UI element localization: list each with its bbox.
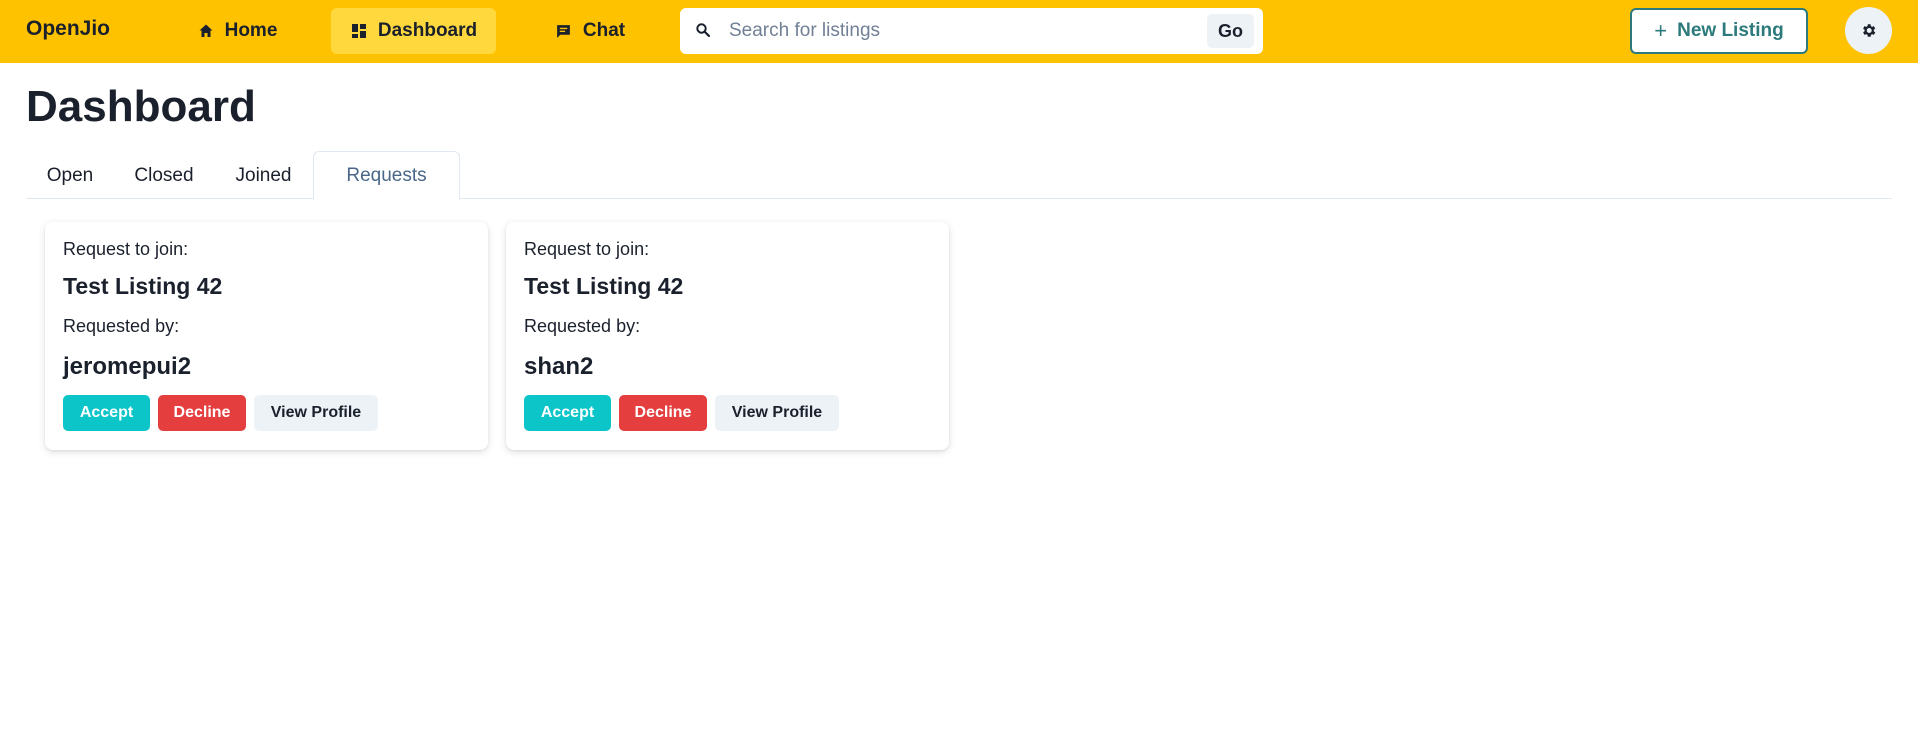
requester-username: shan2 [524,353,594,380]
new-listing-label: New Listing [1677,20,1784,41]
nav-home-label: Home [224,20,278,41]
accept-button[interactable]: Accept [63,395,150,431]
search-icon [695,22,713,40]
nav-home-button[interactable]: Home [178,8,296,54]
new-listing-button[interactable]: + New Listing [1630,8,1808,54]
request-card: Request to join: Test Listing 42 Request… [45,222,488,450]
tab-requests[interactable]: Requests [313,151,460,200]
plus-icon: + [1654,18,1668,43]
tab-closed[interactable]: Closed [114,151,214,200]
decline-button[interactable]: Decline [158,395,246,431]
nav-dashboard-button[interactable]: Dashboard [331,8,496,54]
tab-open[interactable]: Open [26,151,114,200]
search-bar: Go [680,8,1263,54]
settings-button[interactable] [1845,7,1892,54]
gear-icon [1860,22,1877,39]
nav-chat-button[interactable]: Chat [540,8,640,54]
search-input[interactable] [727,14,1197,48]
nav-dashboard-label: Dashboard [377,20,478,41]
search-go-button[interactable]: Go [1207,14,1254,48]
request-card: Request to join: Test Listing 42 Request… [506,222,949,450]
nav-chat-label: Chat [582,20,626,41]
request-to-join-label: Request to join: [524,239,650,259]
listing-title: Test Listing 42 [63,273,223,299]
brand-logo[interactable]: OpenJio [26,17,110,41]
view-profile-button[interactable]: View Profile [254,395,378,431]
tab-joined[interactable]: Joined [214,151,313,200]
requester-username: jeromepui2 [63,353,192,380]
requested-by-label: Requested by: [63,316,180,336]
dashboard-grid-icon [350,22,368,40]
top-navbar: OpenJio Home Dashboard Chat Search for l… [0,0,1918,63]
chat-bubble-icon [555,22,573,40]
listing-title: Test Listing 42 [524,273,684,299]
dashboard-tabs: Open Closed Joined Requests [26,151,1892,200]
view-profile-button[interactable]: View Profile [715,395,839,431]
accept-button[interactable]: Accept [524,395,611,431]
page-title: Dashboard [26,82,256,131]
home-icon [197,22,215,40]
request-to-join-label: Request to join: [63,239,189,259]
requested-by-label: Requested by: [524,316,641,336]
decline-button[interactable]: Decline [619,395,707,431]
